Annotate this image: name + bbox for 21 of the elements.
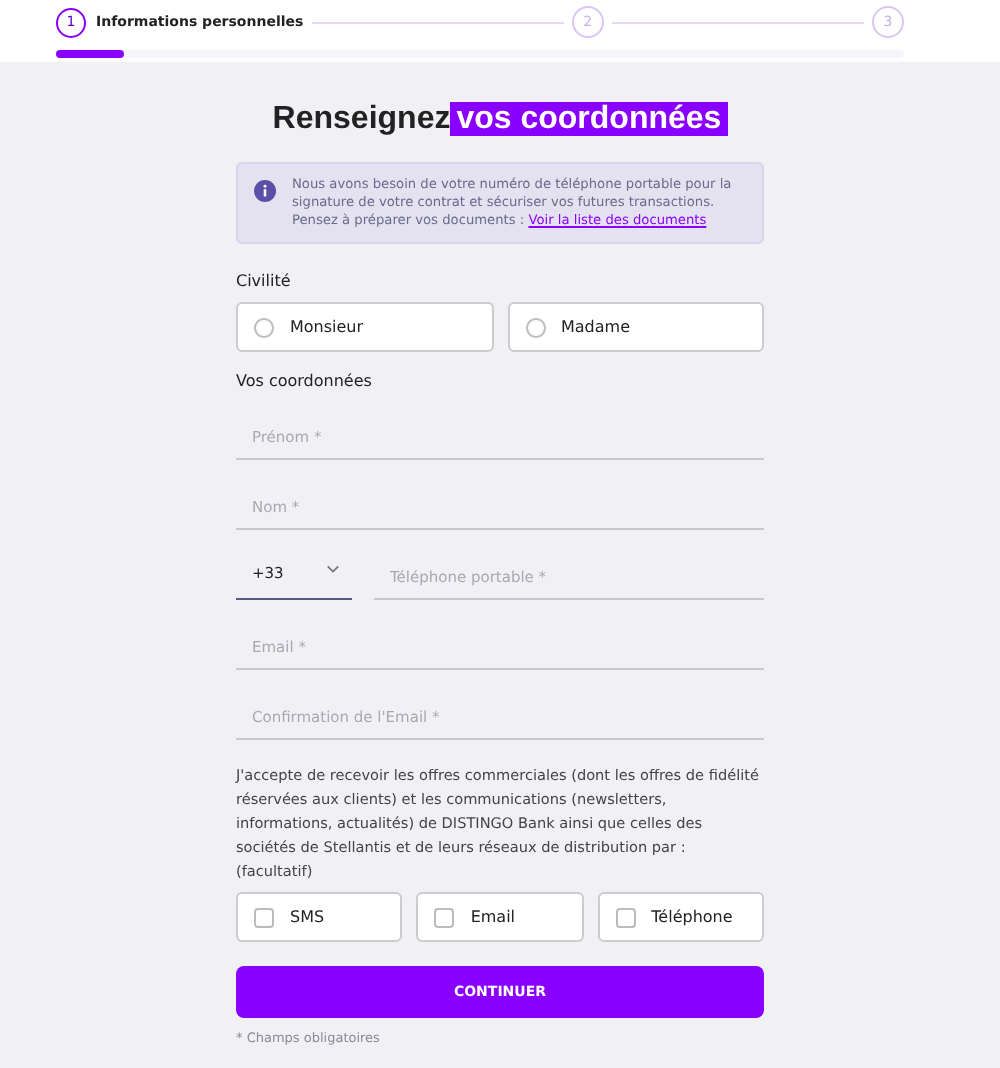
option-label: SMS: [290, 908, 325, 926]
page-title: Renseignez: [272, 102, 451, 136]
option-label: Monsieur: [290, 318, 364, 336]
chevron-down-icon: [326, 564, 340, 574]
radio-button[interactable]: [525, 317, 545, 337]
radio-button[interactable]: [254, 317, 274, 337]
section-label: Civilité: [236, 272, 293, 290]
option-label: Madame: [561, 318, 630, 336]
option-label: Email: [470, 908, 516, 926]
checkbox-option[interactable]: Téléphone: [597, 892, 764, 942]
radio-option[interactable]: Madame: [507, 302, 764, 352]
option-label: Téléphone: [651, 908, 733, 926]
section-label: Vos coordonnées: [236, 372, 374, 390]
checkbox[interactable]: [615, 907, 636, 927]
checkbox[interactable]: [254, 907, 274, 927]
radio-option[interactable]: Monsieur: [236, 302, 493, 352]
info-icon: [254, 180, 276, 202]
checkbox-option[interactable]: SMS: [236, 892, 403, 942]
checkbox[interactable]: [434, 907, 455, 927]
checkbox-option[interactable]: Email: [416, 892, 584, 942]
page-title-highlight: vos coordonnées: [450, 102, 728, 136]
